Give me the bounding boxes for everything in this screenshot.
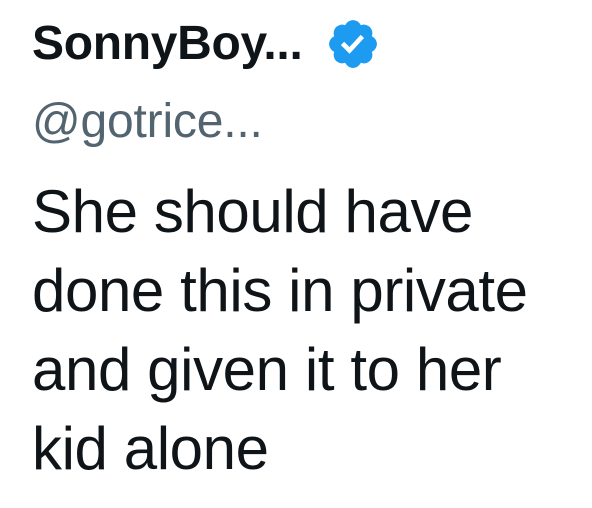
verified-badge-icon[interactable] xyxy=(325,16,381,72)
tweet-text-line: done this in private xyxy=(32,257,528,324)
author-handle[interactable]: @gotrice... xyxy=(32,90,263,154)
tweet-text: She should have done this in private and… xyxy=(32,172,588,488)
tweet-header: SonnyBoy... xyxy=(32,8,381,80)
tweet-text-line: kid alone xyxy=(32,415,269,482)
tweet-text-line: She should have xyxy=(32,178,474,245)
author-display-name[interactable]: SonnyBoy... xyxy=(32,8,303,80)
tweet-text-line: and given it to her xyxy=(32,336,502,403)
tweet: SonnyBoy... @gotrice... She should have … xyxy=(32,0,588,508)
